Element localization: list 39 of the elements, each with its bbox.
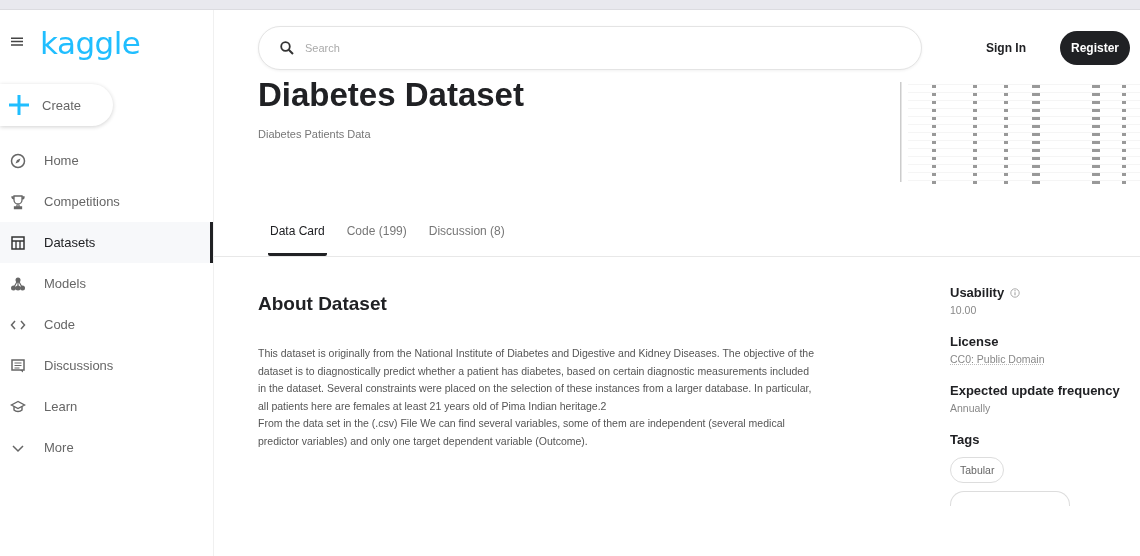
menu-icon[interactable] xyxy=(10,37,24,49)
trophy-icon xyxy=(10,193,26,210)
tags-heading: Tags xyxy=(950,432,981,447)
graduation-cap-icon xyxy=(10,398,26,415)
description-text: This dataset is originally from the National Institute of Diabetes and Digestive and Kidney Diseases. The objective of the dataset is to diagnostically predict whether a patient has diabetes, based on certain diagnostic measurements included in the dataset. Several constraints were placed on the selection of these instances from a larger database. In particular, all patients here are females at least 21 years old of Pima Indian heritage.2 xyxy=(258,346,816,414)
dataset-subtitle: Diabetes Patients Data xyxy=(258,128,372,140)
info-icon[interactable] xyxy=(1010,287,1021,298)
plus-icon xyxy=(8,94,30,116)
tag-chip[interactable] xyxy=(950,491,1070,506)
sidebar-item[interactable]: Datasets xyxy=(0,222,213,263)
dataset-title: Diabetes Dataset xyxy=(258,76,524,114)
create-button[interactable]: Create xyxy=(0,84,113,126)
meta-value: Annually xyxy=(950,402,991,414)
tab[interactable]: Data Card xyxy=(268,208,327,256)
chat-icon xyxy=(10,357,26,374)
meta-label: Expected update frequency xyxy=(950,383,1120,398)
table-icon xyxy=(10,234,26,251)
sign-in-button[interactable]: Sign In xyxy=(980,40,1032,56)
sidebar-item[interactable]: Models xyxy=(0,263,213,304)
tab[interactable]: Discussion (8) xyxy=(426,208,507,256)
nodes-icon xyxy=(10,275,26,292)
tag-chip[interactable]: Tabular xyxy=(950,457,1005,483)
tab[interactable]: Code (199) xyxy=(344,208,409,256)
sidebar-item[interactable]: Competitions xyxy=(0,181,213,222)
sidebar-item[interactable]: Discussions xyxy=(0,345,213,386)
meta-label: License xyxy=(950,334,999,349)
search-field[interactable]: Search xyxy=(258,26,922,70)
search-icon xyxy=(280,41,294,55)
sidebar-item[interactable]: Home xyxy=(0,140,213,181)
meta-value: 10.00 xyxy=(950,304,977,316)
license-link[interactable]: CC0: Public Domain xyxy=(950,353,1045,365)
sidebar-item[interactable]: Code xyxy=(0,304,213,345)
meta-label: Usability xyxy=(950,285,1005,300)
sidebar-item[interactable]: More xyxy=(0,427,213,468)
sidebar-item[interactable]: Learn xyxy=(0,386,213,427)
section-heading: About Dataset xyxy=(258,293,388,315)
description-text: From the data set in the (.csv) File We can find several variables, some of them are independent (several medical predictor variables) and only one target dependent variable (Outcome). xyxy=(258,416,786,449)
register-button[interactable]: Register xyxy=(1060,31,1130,65)
compass-icon xyxy=(10,152,26,169)
